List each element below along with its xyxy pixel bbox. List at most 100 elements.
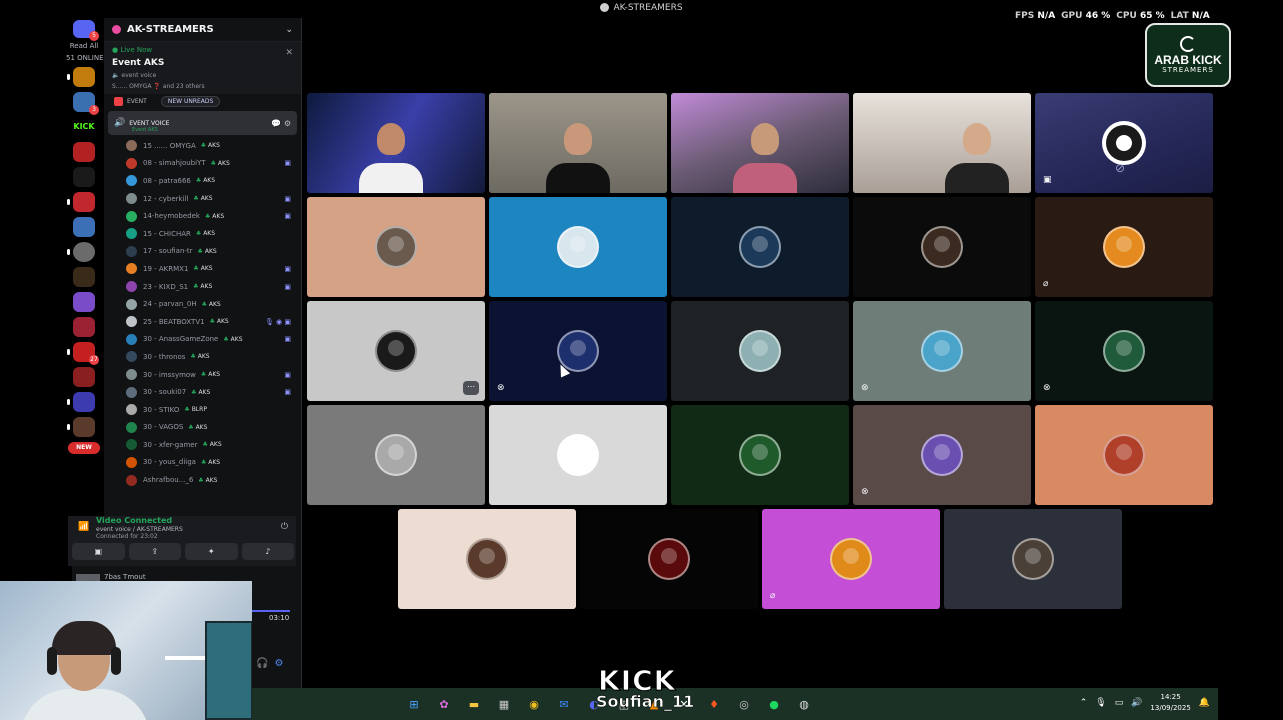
server-icon-kick[interactable]: KICK (73, 117, 95, 137)
participant-avatar (1103, 330, 1145, 372)
discord-home-icon[interactable]: 5 (73, 20, 99, 41)
read-all-button[interactable]: Read All (66, 42, 102, 50)
server-icon-14[interactable] (67, 392, 95, 412)
server-icon-5[interactable] (73, 167, 95, 187)
soundboard-button[interactable]: ♪ (241, 543, 294, 560)
server-icon-8[interactable] (67, 242, 95, 262)
voice-member[interactable]: 15 - CHICHAR AKS (104, 225, 301, 243)
voice-member[interactable]: 12 - cyberkill AKS ▣ (104, 190, 301, 208)
server-icon-6[interactable] (67, 192, 95, 212)
voice-member[interactable]: 30 - STIKO BLRP (104, 401, 301, 419)
screen-share-button[interactable]: ⇪ (128, 543, 181, 560)
participant-tile[interactable]: ⊗ (1035, 301, 1213, 401)
network-icon[interactable]: ▭ (1115, 698, 1124, 708)
gpu-stat: GPU 46 % (1061, 11, 1110, 21)
server-icon-2[interactable]: 3 (73, 92, 99, 115)
windows-start-icon[interactable]: ⊞ (404, 695, 424, 713)
outlook-icon[interactable]: ✉ (554, 695, 574, 713)
obs-icon[interactable]: ◎ (734, 695, 754, 713)
voice-member[interactable]: 14-heymobedek AKS ▣ (104, 207, 301, 225)
server-icon-13[interactable] (73, 367, 95, 387)
voice-member[interactable]: 30 - souki07 AKS ▣ (104, 383, 301, 401)
clock[interactable]: 14:25 13/09/2025 (1150, 692, 1190, 714)
chevron-down-icon[interactable]: ⌄ (285, 25, 293, 35)
participant-tile[interactable] (671, 197, 849, 297)
close-icon[interactable]: ✕ (285, 48, 293, 58)
progress-bar[interactable] (252, 610, 290, 612)
voice-member[interactable]: 24 - parvan_0H AKS (104, 295, 301, 313)
server-icon-9[interactable] (73, 267, 95, 287)
volume-icon[interactable]: 🔊 (1131, 698, 1142, 708)
server-icon-11[interactable] (73, 317, 95, 337)
voice-member[interactable]: 25 - BEATBOXTV1 AKS 🎙 ◉ ▣ (104, 313, 301, 331)
crescent-icon (1180, 36, 1196, 52)
disconnect-icon[interactable]: ⏻ (281, 522, 288, 532)
participant-tile[interactable] (307, 93, 485, 193)
speaker-icon: 🔈 (112, 72, 122, 79)
participant-tile[interactable]: ⊗ (853, 405, 1031, 505)
copilot-icon[interactable]: ✿ (434, 695, 454, 713)
participant-tile[interactable] (1035, 405, 1213, 505)
user-settings-icons[interactable]: 🎧⚙ (256, 658, 289, 669)
participant-tile[interactable]: ⊗ (489, 301, 667, 401)
participant-tile[interactable] (671, 93, 849, 193)
brave-icon[interactable]: ♦ (704, 695, 724, 713)
participant-tile[interactable] (307, 405, 485, 505)
channel-event-voice[interactable]: 🔊 EVENT VOICE Event AKS 💬 ⚙ (108, 111, 297, 135)
participant-tile[interactable]: ⊗ (853, 301, 1031, 401)
voice-member[interactable]: Ashrafbou..._6 AKS (104, 471, 301, 489)
live-event-banner[interactable]: ● Live Now ✕ Event AKS 🔈 event voice S..… (104, 42, 301, 94)
participant-tile[interactable] (853, 93, 1031, 193)
participant-tile[interactable] (489, 197, 667, 297)
server-header[interactable]: AK-STREAMERS ⌄ (104, 18, 301, 42)
participant-tile[interactable] (853, 197, 1031, 297)
participant-tile[interactable] (489, 405, 667, 505)
participant-tile[interactable]: ⊘ ▣ (1035, 93, 1213, 193)
voice-member[interactable]: 17 - soufian-tr AKS (104, 243, 301, 261)
notification-bell-icon[interactable]: 🔔 (1199, 698, 1210, 708)
activity-button[interactable]: ✦ (185, 543, 238, 560)
channel-event[interactable]: EVENT NEW UNREADS (104, 94, 301, 109)
voice-member[interactable]: 30 - AnassGameZone AKS ▣ (104, 331, 301, 349)
more-options-button[interactable]: ⋯ (463, 381, 479, 395)
participant-tile[interactable] (671, 405, 849, 505)
file-explorer-icon[interactable]: ▬ (464, 695, 484, 713)
server-icon-15[interactable] (67, 417, 95, 437)
new-unreads-pill[interactable]: NEW UNREADS (160, 96, 221, 107)
server-icon-4[interactable] (73, 142, 95, 162)
voice-member[interactable]: 23 - KIXD_S1 AKS ▣ (104, 278, 301, 296)
voice-member[interactable]: 08 - patra666 AKS (104, 172, 301, 190)
participant-tile[interactable] (489, 93, 667, 193)
participant-tile[interactable] (580, 509, 758, 609)
participant-tile[interactable]: ⋯ (307, 301, 485, 401)
participant-tile[interactable]: ⌀ (1035, 197, 1213, 297)
chat-icon[interactable]: 💬 ⚙ (271, 119, 291, 128)
participant-tile[interactable] (944, 509, 1122, 609)
streamer-headphones (52, 621, 116, 655)
server-unread-pip (67, 424, 70, 430)
voice-member[interactable]: 30 - yous_diiga AKS (104, 454, 301, 472)
chevron-up-icon[interactable]: ⌃ (1080, 698, 1088, 708)
participant-tile[interactable]: ⌀ (762, 509, 940, 609)
camera-off-button[interactable]: ▣ (72, 543, 125, 560)
voice-member[interactable]: 19 - AKRMX1 AKS ▣ (104, 260, 301, 278)
voice-member[interactable]: 30 - imssymow AKS ▣ (104, 366, 301, 384)
spotify-icon[interactable]: ● (764, 695, 784, 713)
mic-icon[interactable]: 🎙 (1095, 698, 1106, 708)
chrome-icon[interactable]: ◉ (524, 695, 544, 713)
server-icon-7[interactable] (73, 217, 95, 237)
voice-member[interactable]: 30 - VAGOS AKS (104, 419, 301, 437)
participant-tile[interactable] (671, 301, 849, 401)
voice-member[interactable]: 30 - thronos AKS (104, 348, 301, 366)
app-icon[interactable]: ◍ (794, 695, 814, 713)
server-icon-12[interactable]: 27 (67, 342, 99, 365)
voice-member[interactable]: 30 - xfer-gamer AKS (104, 436, 301, 454)
voice-member[interactable]: 15 ...... OMYGA AKS (104, 137, 301, 155)
store-icon[interactable]: ▦ (494, 695, 514, 713)
server-icon-10[interactable] (73, 292, 95, 312)
participant-tile[interactable] (398, 509, 576, 609)
server-icon-m[interactable] (67, 67, 95, 87)
participant-tile[interactable] (307, 197, 485, 297)
channel-event-label: Event AKS (132, 127, 158, 133)
voice-member[interactable]: 08 - simahjoubiYT AKS ▣ (104, 155, 301, 173)
